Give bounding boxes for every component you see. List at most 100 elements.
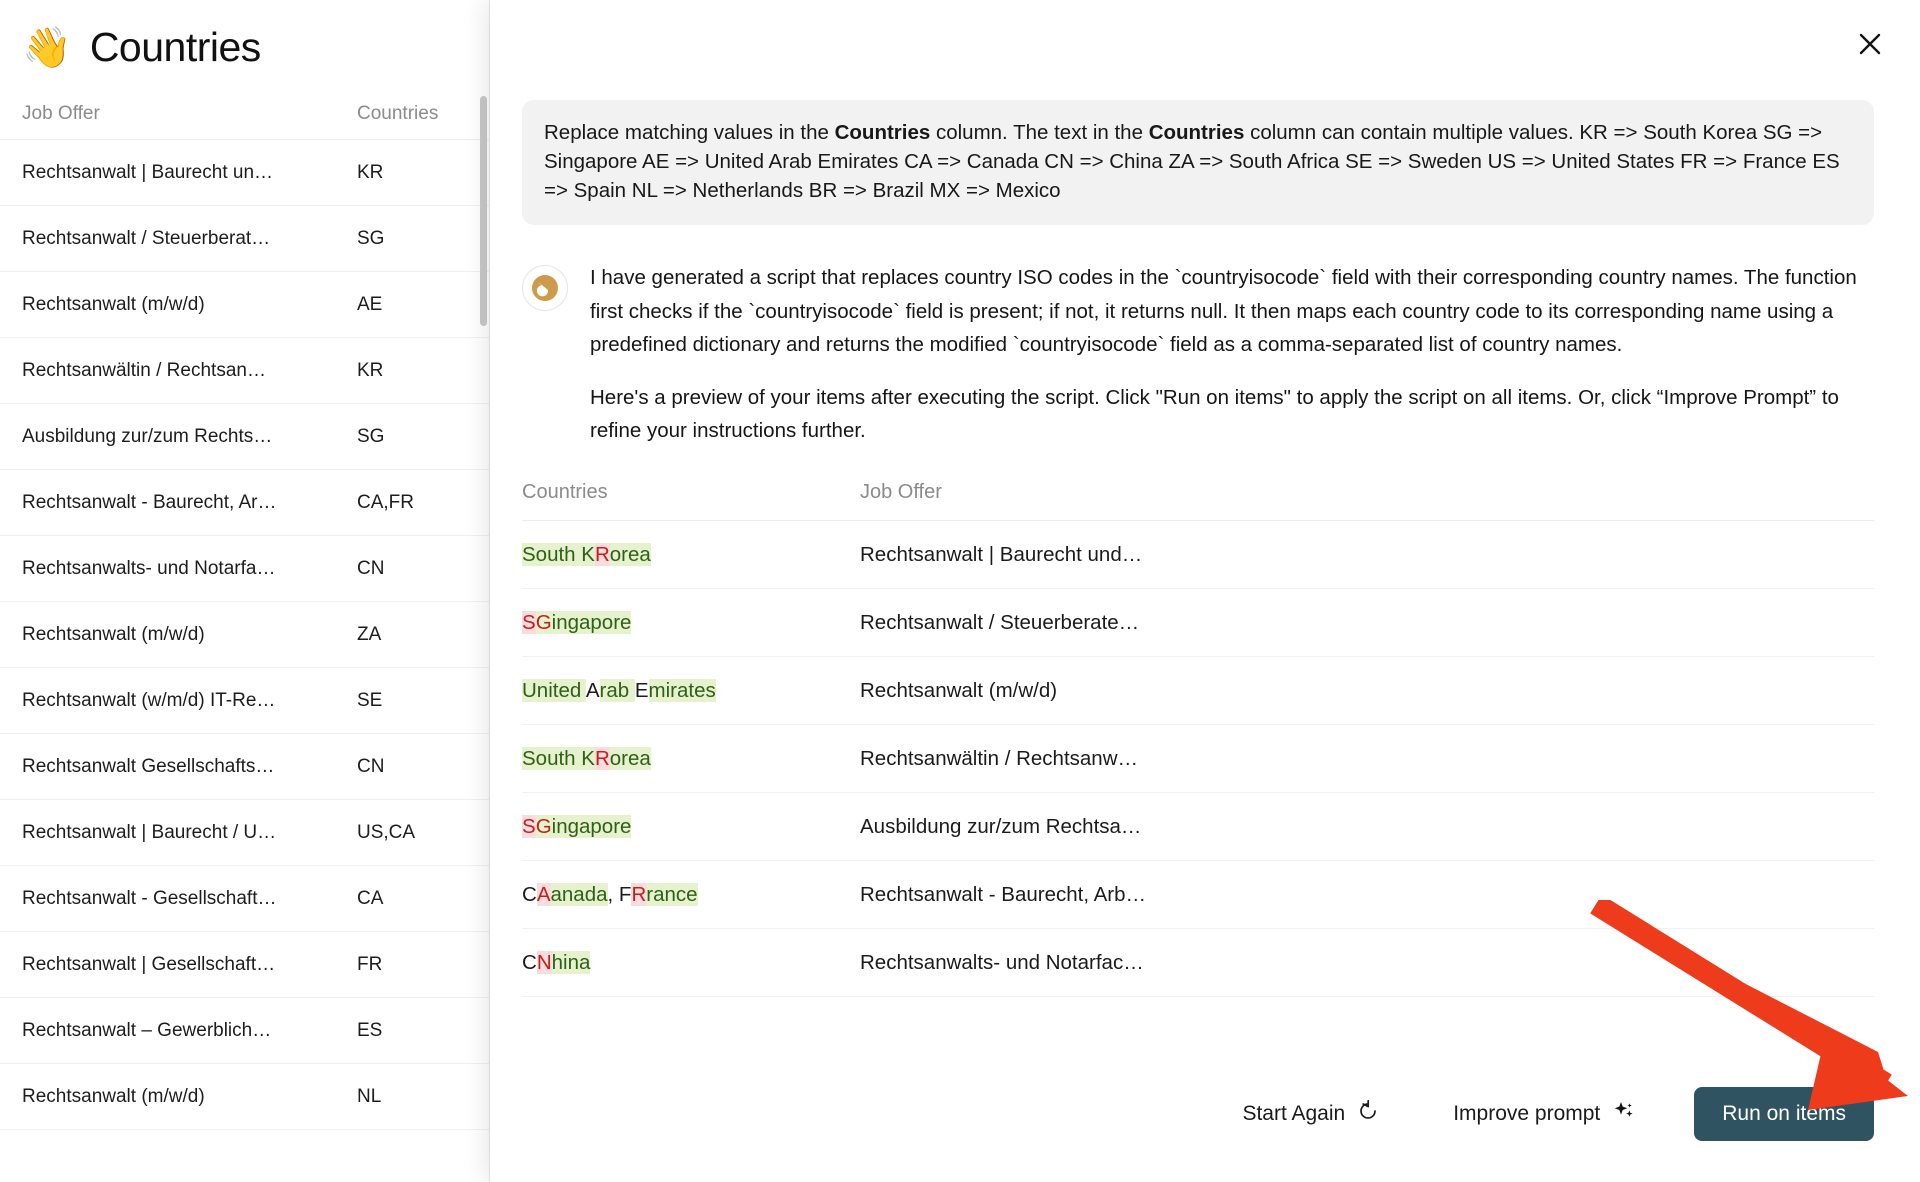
- app-root: 👋 Countries Job Offer Countries Rechtsan…: [0, 0, 1920, 1182]
- sidebar-row[interactable]: Rechtsanwältin / Rechtsan… KR: [0, 338, 489, 404]
- preview-cell-job-offer: Rechtsanwältin / Rechtsanw…: [860, 746, 1139, 770]
- sidebar-cell-job-offer: Rechtsanwalt - Baurecht, Ar…: [22, 491, 277, 513]
- diff-deleted-text: N: [536, 950, 552, 974]
- sidebar-cell-countries: NL: [357, 1085, 382, 1107]
- diff-deleted-text: R: [631, 882, 647, 906]
- sidebar-cell-job-offer: Rechtsanwalt Gesellschafts…: [22, 755, 275, 777]
- assistant-paragraph-2: Here's a preview of your items after exe…: [590, 385, 1839, 443]
- preview-cell-job-offer: Ausbildung zur/zum Rechtsa…: [860, 814, 1142, 838]
- diff-deleted-text: R: [594, 746, 610, 770]
- sidebar-cell-countries: ZA: [357, 623, 382, 645]
- diff-unchanged-text: C: [522, 882, 537, 906]
- sidebar-cell-countries: CA,FR: [357, 491, 414, 513]
- sidebar-cell-job-offer: Rechtsanwalt / Steuerberat…: [22, 227, 271, 249]
- diff-unchanged-text: C: [522, 950, 537, 974]
- prompt-text-span: column. The text in the: [930, 121, 1149, 144]
- diff-inserted-text: South K: [522, 542, 595, 566]
- sidebar-row[interactable]: Ausbildung zur/zum Rechts… SG: [0, 404, 489, 470]
- preview-header-countries: Countries: [522, 481, 608, 504]
- sidebar-row[interactable]: Rechtsanwalt | Gesellschaft… FR: [0, 932, 489, 998]
- close-icon[interactable]: [1852, 26, 1888, 62]
- preview-row: South KRorea Rechtsanwältin / Rechtsanw…: [522, 725, 1874, 794]
- sidebar-cell-job-offer: Rechtsanwalts- und Notarfa…: [22, 557, 276, 579]
- diff-inserted-text: United: [522, 678, 586, 702]
- preview-cell-job-offer: Rechtsanwalts- und Notarfac…: [860, 950, 1144, 974]
- preview-cell-job-offer: Rechtsanwalt | Baurecht und…: [860, 542, 1143, 566]
- preview-row: South KRorea Rechtsanwalt | Baurecht und…: [522, 521, 1874, 590]
- modal-footer: Start Again Improve prompt Run on items: [490, 1070, 1920, 1182]
- sidebar-cell-countries: AE: [357, 293, 383, 315]
- sidebar-cell-countries: CA: [357, 887, 384, 909]
- diff-inserted-text: ingapore: [551, 610, 632, 634]
- diff-deleted-text: G: [535, 610, 552, 634]
- sidebar-row[interactable]: Rechtsanwalt (m/w/d) NL: [0, 1064, 489, 1130]
- diff-unchanged-text: F: [618, 882, 632, 906]
- sidebar-scrollbar[interactable]: [480, 96, 487, 326]
- sidebar-header-job-offer: Job Offer: [22, 103, 100, 124]
- sidebar-cell-countries: FR: [357, 953, 383, 975]
- diff-inserted-text: ingapore: [551, 814, 632, 838]
- sidebar-cell-countries: SE: [357, 689, 383, 711]
- assistant-text-block: I have generated a script that replaces …: [590, 261, 1874, 447]
- assistant-paragraph-1: I have generated a script that replaces …: [590, 266, 1857, 356]
- diff-inserted-text: orea: [609, 746, 651, 770]
- sidebar-row[interactable]: Rechtsanwalt (w/m/d) IT-Re… SE: [0, 668, 489, 734]
- sidebar-row[interactable]: Rechtsanwalt – Gewerblich… ES: [0, 998, 489, 1064]
- preview-cell-countries-diff: SGingapore: [522, 814, 860, 839]
- start-again-button[interactable]: Start Again: [1226, 1090, 1395, 1138]
- sidebar-cell-job-offer: Rechtsanwalt | Baurecht / U…: [22, 821, 277, 843]
- sidebar-cell-countries: KR: [357, 161, 384, 183]
- preview-row: SGingapore Rechtsanwalt / Steuerberate…: [522, 589, 1874, 658]
- sidebar-row[interactable]: Rechtsanwalt (m/w/d) AE: [0, 272, 489, 338]
- user-prompt-box[interactable]: Replace matching values in the Countries…: [522, 100, 1874, 226]
- preview-table: Countries Job Offer South KRorea Rechtsan…: [522, 481, 1874, 1070]
- diff-unchanged-text: ,: [607, 882, 619, 906]
- sidebar-cell-countries: CN: [357, 557, 385, 579]
- prompt-bold-token: Countries: [1148, 121, 1245, 144]
- sidebar-cell-countries: SG: [357, 425, 385, 447]
- sidebar-header: 👋 Countries: [0, 0, 489, 81]
- sidebar-cell-job-offer: Rechtsanwalt (m/w/d): [22, 623, 205, 645]
- sidebar-row[interactable]: Rechtsanwalts- und Notarfa… CN: [0, 536, 489, 602]
- assistant-logo-glyph: [532, 275, 558, 302]
- diff-inserted-text: orea: [609, 542, 651, 566]
- diff-deleted-text: A: [536, 882, 551, 906]
- run-on-items-button[interactable]: Run on items: [1694, 1087, 1874, 1141]
- waving-hand-icon: 👋: [22, 25, 72, 70]
- user-prompt-text: Replace matching values in the Countries…: [544, 121, 1840, 202]
- sidebar-row[interactable]: Rechtsanwalt (m/w/d) ZA: [0, 602, 489, 668]
- improve-prompt-button[interactable]: Improve prompt: [1437, 1089, 1652, 1139]
- sidebar-row[interactable]: Rechtsanwalt / Steuerberat… SG: [0, 206, 489, 272]
- refresh-icon: [1357, 1099, 1379, 1128]
- sidebar-cell-countries: ES: [357, 1019, 383, 1041]
- modal-header: [490, 0, 1920, 76]
- preview-row: SGingapore Ausbildung zur/zum Rechtsa…: [522, 793, 1874, 862]
- diff-deleted-text: S: [522, 814, 536, 838]
- improve-prompt-label: Improve prompt: [1453, 1102, 1601, 1125]
- preview-cell-job-offer: Rechtsanwalt - Baurecht, Arb…: [860, 882, 1146, 906]
- diff-unchanged-text: E: [634, 678, 649, 702]
- diff-unchanged-text: A: [585, 678, 600, 702]
- close-glyph: [1859, 33, 1881, 55]
- preview-row: United Arab Emirates Rechtsanwalt (m/w/d): [522, 657, 1874, 726]
- sidebar-cell-countries: CN: [357, 755, 385, 777]
- start-again-label: Start Again: [1242, 1102, 1346, 1125]
- refresh-glyph: [1360, 1099, 1377, 1119]
- ai-script-modal: Replace matching values in the Countries…: [490, 0, 1920, 1182]
- page-title: Countries: [89, 24, 261, 70]
- sidebar-row[interactable]: Rechtsanwalt | Baurecht un… KR: [0, 140, 489, 206]
- diff-deleted-text: R: [594, 542, 610, 566]
- sidebar-cell-job-offer: Rechtsanwalt | Gesellschaft…: [22, 953, 276, 975]
- diff-deleted-text: G: [535, 814, 552, 838]
- diff-inserted-text: rance: [646, 882, 698, 906]
- preview-cell-countries-diff: CNhina: [522, 950, 860, 975]
- sidebar-column-headers: Job Offer Countries: [0, 81, 489, 140]
- diff-inserted-text: South K: [522, 746, 595, 770]
- sidebar-row[interactable]: Rechtsanwalt | Baurecht / U… US,CA: [0, 800, 489, 866]
- preview-row: CNhina Rechtsanwalts- und Notarfac…: [522, 929, 1874, 998]
- sidebar-header-countries: Countries: [357, 103, 439, 124]
- preview-column-headers: Countries Job Offer: [522, 481, 1874, 522]
- sidebar-row[interactable]: Rechtsanwalt Gesellschafts… CN: [0, 734, 489, 800]
- sidebar-row[interactable]: Rechtsanwalt - Baurecht, Ar… CA,FR: [0, 470, 489, 536]
- sidebar-row[interactable]: Rechtsanwalt - Gesellschaft… CA: [0, 866, 489, 932]
